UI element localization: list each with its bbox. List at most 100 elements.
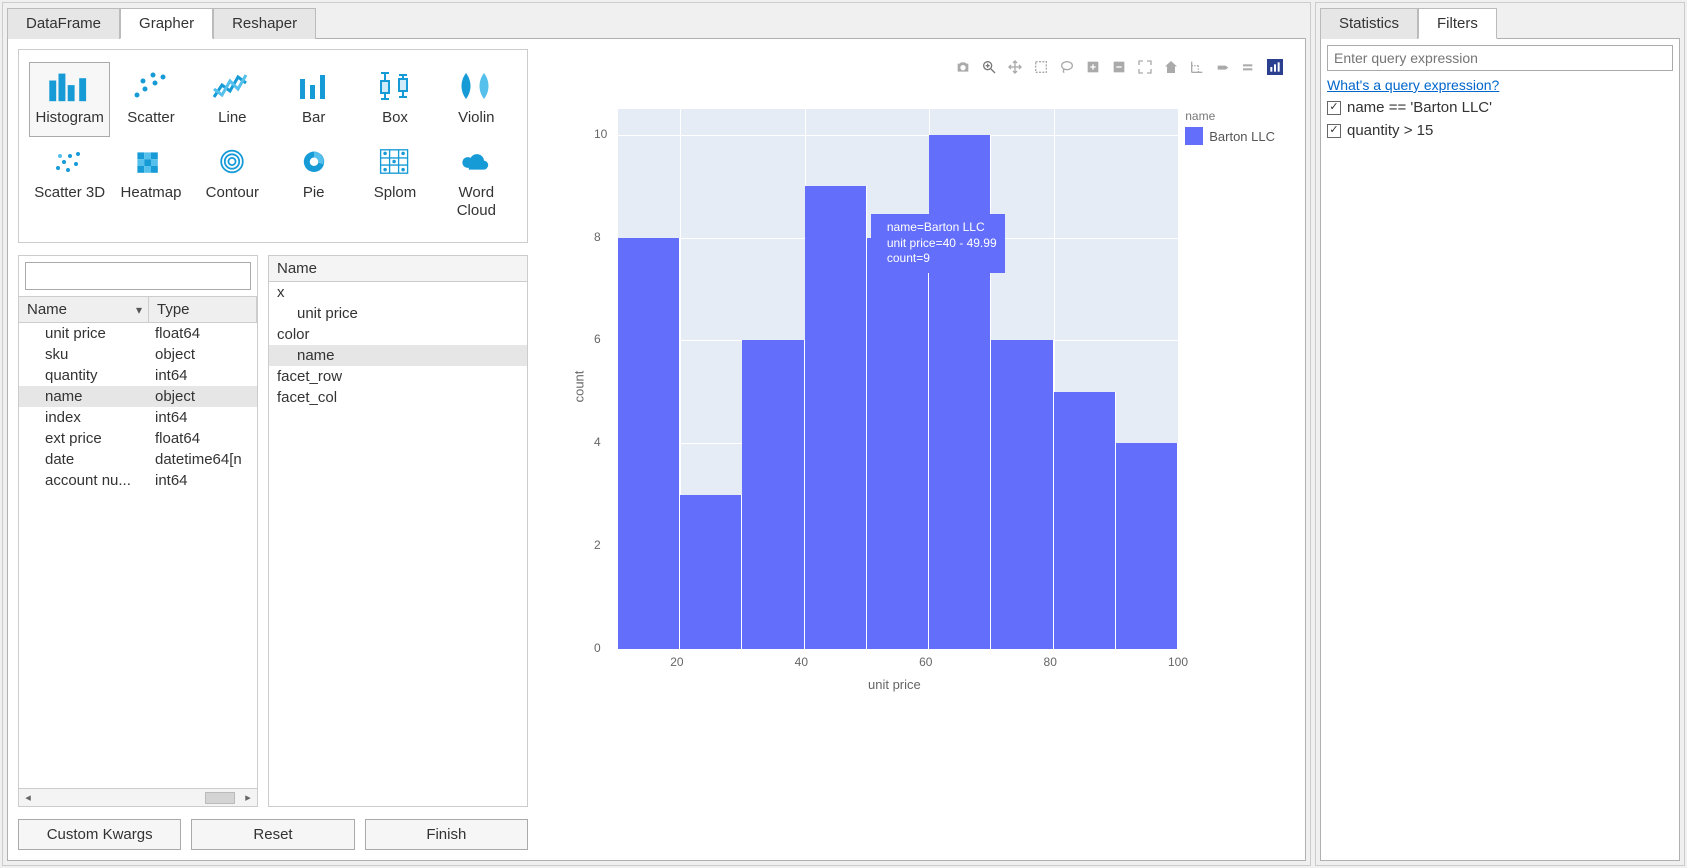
chart-type-bar[interactable]: Bar bbox=[273, 62, 354, 137]
chart-type-label: Histogram bbox=[35, 109, 103, 126]
field-search-input[interactable] bbox=[25, 262, 251, 290]
filters-body: What's a query expression? ✓ name == 'Ba… bbox=[1320, 38, 1680, 861]
field-name: quantity bbox=[19, 365, 149, 385]
chart-type-heatmap[interactable]: Heatmap bbox=[110, 137, 191, 230]
horizontal-scrollbar[interactable]: ◂ ▸ bbox=[19, 788, 257, 806]
chart-type-violin[interactable]: Violin bbox=[436, 62, 517, 137]
zoom-icon[interactable] bbox=[981, 59, 997, 79]
histogram-bar[interactable] bbox=[742, 340, 804, 649]
histogram-bar[interactable] bbox=[805, 186, 867, 649]
field-type: int64 bbox=[149, 470, 257, 490]
chart-type-label: Heatmap bbox=[121, 184, 182, 201]
plotly-modebar bbox=[955, 59, 1283, 79]
spike-lines-icon[interactable] bbox=[1189, 59, 1205, 79]
zoom-out-icon[interactable] bbox=[1111, 59, 1127, 79]
scroll-thumb[interactable] bbox=[205, 792, 235, 804]
col-header-type[interactable]: Type bbox=[149, 297, 257, 323]
mapping-item[interactable]: color bbox=[269, 324, 527, 345]
field-row[interactable]: quantityint64 bbox=[19, 365, 257, 386]
reset-axes-icon[interactable] bbox=[1163, 59, 1179, 79]
chart-type-line[interactable]: Line bbox=[192, 62, 273, 137]
mapping-item[interactable]: facet_col bbox=[269, 387, 527, 408]
reset-button[interactable]: Reset bbox=[191, 819, 354, 850]
field-row[interactable]: datedatetime64[n bbox=[19, 449, 257, 470]
field-row[interactable]: indexint64 bbox=[19, 407, 257, 428]
lists-row: Name▾ Type unit pricefloat64skuobjectqua… bbox=[18, 255, 528, 807]
filter-item[interactable]: ✓ quantity > 15 bbox=[1327, 122, 1673, 139]
pan-icon[interactable] bbox=[1007, 59, 1023, 79]
chart-type-histogram[interactable]: Histogram bbox=[29, 62, 110, 137]
box-select-icon[interactable] bbox=[1033, 59, 1049, 79]
field-type: int64 bbox=[149, 365, 257, 385]
filter-checkbox[interactable]: ✓ bbox=[1327, 124, 1341, 138]
finish-button[interactable]: Finish bbox=[365, 819, 528, 850]
field-row[interactable]: nameobject bbox=[19, 386, 257, 407]
field-table-header: Name▾ Type bbox=[19, 296, 257, 323]
chart-type-label: Scatter bbox=[127, 109, 175, 126]
col-header-name[interactable]: Name▾ bbox=[19, 297, 149, 323]
legend-item[interactable]: Barton LLC bbox=[1185, 127, 1275, 145]
mapping-items: xunit pricecolornamefacet_rowfacet_col bbox=[269, 282, 527, 408]
chart-type-label: Box bbox=[382, 109, 408, 126]
field-name: sku bbox=[19, 344, 149, 364]
field-row[interactable]: account nu...int64 bbox=[19, 470, 257, 491]
filter-item[interactable]: ✓ name == 'Barton LLC' bbox=[1327, 99, 1673, 116]
scatter3d-icon bbox=[45, 144, 95, 178]
mapping-item[interactable]: name bbox=[269, 345, 527, 366]
query-help-link[interactable]: What's a query expression? bbox=[1327, 77, 1673, 93]
chart-type-label: Line bbox=[218, 109, 246, 126]
chart-type-splom[interactable]: Splom bbox=[354, 137, 435, 230]
tab-dataframe[interactable]: DataFrame bbox=[7, 8, 120, 39]
chart-type-box[interactable]: Box bbox=[354, 62, 435, 137]
scroll-right-icon[interactable]: ▸ bbox=[239, 791, 257, 804]
chart-type-label: Bar bbox=[302, 109, 325, 126]
chart-type-scatter[interactable]: Scatter bbox=[110, 62, 191, 137]
histogram-bar[interactable] bbox=[929, 135, 991, 649]
tab-reshaper[interactable]: Reshaper bbox=[213, 8, 316, 39]
filter-checkbox[interactable]: ✓ bbox=[1327, 101, 1341, 115]
histogram-bar[interactable] bbox=[1116, 443, 1178, 649]
field-name: account nu... bbox=[19, 470, 149, 490]
mapping-item[interactable]: unit price bbox=[269, 303, 527, 324]
chart-type-wordcloud[interactable]: Word Cloud bbox=[436, 137, 517, 230]
camera-icon[interactable] bbox=[955, 59, 971, 79]
mapping-item[interactable]: x bbox=[269, 282, 527, 303]
autoscale-icon[interactable] bbox=[1137, 59, 1153, 79]
histogram-bar[interactable] bbox=[991, 340, 1053, 649]
x-tick: 80 bbox=[1044, 655, 1057, 669]
main-panel: DataFrame Grapher Reshaper Histogram Scat… bbox=[2, 2, 1311, 866]
chart-type-contour[interactable]: Contour bbox=[192, 137, 273, 230]
mapping-item[interactable]: facet_row bbox=[269, 366, 527, 387]
tab-filters[interactable]: Filters bbox=[1418, 8, 1497, 39]
chart-type-pie[interactable]: Pie bbox=[273, 137, 354, 230]
scroll-left-icon[interactable]: ◂ bbox=[19, 791, 37, 804]
box-icon bbox=[370, 69, 420, 103]
left-column: Histogram Scatter Line Bar Box Violin Scatter … bbox=[18, 49, 528, 850]
mapping-panel: Name xunit pricecolornamefacet_rowfacet_… bbox=[268, 255, 528, 807]
field-type: float64 bbox=[149, 428, 257, 448]
histogram-bar[interactable] bbox=[1054, 392, 1116, 649]
filter-query-input[interactable] bbox=[1327, 45, 1673, 71]
plot-area[interactable]: name Barton LLC name=Barton LLCunit pric… bbox=[548, 49, 1295, 850]
side-tabs: Statistics Filters bbox=[1320, 7, 1684, 38]
tab-statistics[interactable]: Statistics bbox=[1320, 8, 1418, 39]
plotly-logo-icon[interactable] bbox=[1267, 59, 1283, 79]
filter-label: name == 'Barton LLC' bbox=[1347, 99, 1492, 116]
legend-swatch bbox=[1185, 127, 1203, 145]
lasso-select-icon[interactable] bbox=[1059, 59, 1075, 79]
histogram-bar[interactable] bbox=[680, 495, 742, 649]
field-row[interactable]: unit pricefloat64 bbox=[19, 323, 257, 344]
x-axis-label: unit price bbox=[868, 677, 921, 692]
field-rows: unit pricefloat64skuobjectquantityint64n… bbox=[19, 323, 257, 788]
tab-grapher[interactable]: Grapher bbox=[120, 8, 213, 39]
bar-icon bbox=[289, 69, 339, 103]
custom-kwargs-button[interactable]: Custom Kwargs bbox=[18, 819, 181, 850]
field-row[interactable]: ext pricefloat64 bbox=[19, 428, 257, 449]
histogram-bar[interactable] bbox=[618, 238, 680, 649]
histogram-bar[interactable] bbox=[867, 238, 929, 649]
chart-type-scatter3d[interactable]: Scatter 3D bbox=[29, 137, 110, 230]
field-row[interactable]: skuobject bbox=[19, 344, 257, 365]
zoom-in-icon[interactable] bbox=[1085, 59, 1101, 79]
hover-compare-icon[interactable] bbox=[1241, 59, 1257, 79]
hover-closest-icon[interactable] bbox=[1215, 59, 1231, 79]
